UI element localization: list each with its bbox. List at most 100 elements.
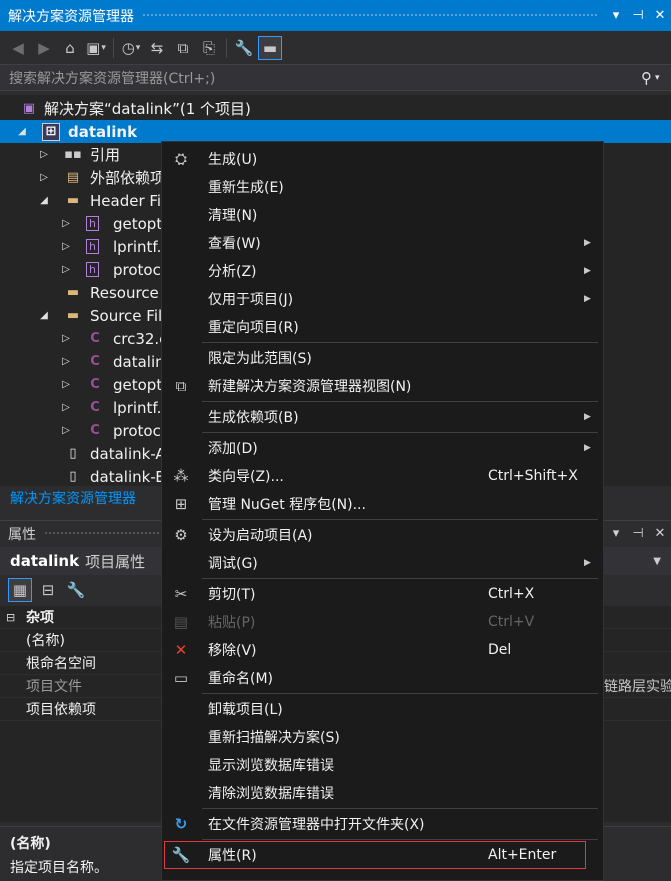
folder-icon: ▬	[66, 308, 80, 323]
collapsed-arrow-icon[interactable]: ▷	[60, 241, 72, 252]
collapsed-arrow-icon[interactable]: ▷	[38, 172, 50, 183]
tree-item-label: Resource	[90, 283, 159, 302]
menu-item-open-in-explorer[interactable]: ↻ 在文件资源管理器中打开文件夹(X)	[162, 810, 603, 838]
submenu-arrow-icon: ▶	[584, 412, 591, 422]
object-name: datalink	[10, 552, 80, 570]
tree-item-solution[interactable]: ▣ 解决方案“datalink”(1 个项目)	[0, 97, 671, 120]
search-input[interactable]: 搜索解决方案资源管理器(Ctrl+;)	[0, 68, 641, 88]
menu-item-rescan-solution[interactable]: 重新扫描解决方案(S)	[162, 723, 603, 751]
collapsed-arrow-icon[interactable]: ▷	[60, 425, 72, 436]
project-icon: ⊞	[42, 122, 60, 141]
switch-views-icon[interactable]: ▣ ▾	[84, 36, 108, 60]
solution-explorer-title: 解决方案资源管理器	[8, 8, 134, 25]
forward-icon[interactable]: ▶	[32, 36, 56, 60]
menu-item-rebuild[interactable]: 重新生成(E)	[162, 173, 603, 201]
menu-item-paste[interactable]: ▤ 粘贴(P) Ctrl+V	[162, 608, 603, 636]
wrench-icon[interactable]: 🔧	[64, 578, 88, 602]
folder-icon: ▬	[66, 193, 80, 208]
menu-item-label: 粘贴(P)	[208, 615, 256, 631]
collapsed-arrow-icon[interactable]: ▷	[60, 333, 72, 344]
menu-item-properties[interactable]: 🔧 属性(R) Alt+Enter	[164, 841, 586, 869]
menu-item-new-view[interactable]: ⧉ 新建解决方案资源管理器视图(N)	[162, 372, 603, 400]
menu-item-set-startup[interactable]: ⚙ 设为启动项目(A)	[162, 521, 603, 549]
menu-item-build[interactable]: ⛭ 生成(U)	[162, 145, 603, 173]
window-dropdown-icon[interactable]: ▾	[605, 526, 627, 541]
tree-item-project[interactable]: ◢ ⊞ datalink	[0, 120, 671, 143]
tree-item-label: Header Fi	[90, 191, 162, 210]
close-icon[interactable]: ✕	[649, 526, 671, 541]
home-icon[interactable]: ⌂	[58, 36, 82, 60]
menu-separator	[202, 342, 598, 343]
submenu-arrow-icon: ▶	[584, 266, 591, 276]
menu-item-unload-project[interactable]: 卸载项目(L)	[162, 695, 603, 723]
property-key: (名称)	[26, 633, 65, 649]
menu-item-label: 清理(N)	[208, 208, 258, 224]
menu-item-rename[interactable]: ▭ 重命名(M)	[162, 664, 603, 692]
preview-selected-icon[interactable]: ▬	[258, 35, 282, 60]
rename-icon: ▭	[173, 669, 189, 687]
submenu-arrow-icon: ▶	[584, 238, 591, 248]
menu-separator	[202, 578, 598, 579]
menu-item-add[interactable]: 添加(D) ▶	[162, 434, 603, 462]
folder-icon: ▬	[66, 285, 80, 300]
menu-item-build-dependencies[interactable]: 生成依赖项(B) ▶	[162, 403, 603, 431]
sync-icon[interactable]: ⇆	[145, 36, 169, 60]
menu-item-analyze[interactable]: 分析(Z) ▶	[162, 257, 603, 285]
collapsed-arrow-icon[interactable]: ▷	[38, 149, 50, 160]
pending-changes-filter-icon[interactable]: ◷ ▾	[119, 36, 143, 60]
menu-item-label: 在文件资源管理器中打开文件夹(X)	[208, 817, 425, 833]
menu-item-label: 新建解决方案资源管理器视图(N)	[208, 379, 412, 395]
properties-wrench-icon[interactable]: 🔧	[232, 36, 256, 60]
pin-icon[interactable]: ⊣	[627, 8, 649, 23]
pin-icon[interactable]: ⊣	[627, 526, 649, 541]
menu-separator	[202, 693, 598, 694]
collapsed-arrow-icon[interactable]: ▷	[60, 402, 72, 413]
menu-item-scope-to-this[interactable]: 限定为此范围(S)	[162, 344, 603, 372]
solution-search-bar[interactable]: 搜索解决方案资源管理器(Ctrl+;) ⚲ ▾	[0, 64, 671, 91]
references-icon: ▪▪	[64, 147, 82, 162]
menu-item-label: 属性(R)	[208, 848, 257, 864]
wrench-icon: 🔧	[171, 846, 191, 864]
collapsed-arrow-icon[interactable]: ▷	[60, 218, 72, 229]
window-dropdown-icon[interactable]: ▾	[605, 8, 627, 23]
property-key: 项目依赖项	[26, 702, 96, 718]
menu-item-show-db-errors[interactable]: 显示浏览数据库错误	[162, 751, 603, 779]
tab-solution-explorer[interactable]: 解决方案资源管理器	[0, 488, 136, 508]
menu-item-label: 调试(G)	[208, 556, 258, 572]
menu-item-remove[interactable]: ✕ 移除(V) Del	[162, 636, 603, 664]
property-key: 根命名空间	[26, 656, 96, 672]
menu-item-clean[interactable]: 清理(N)	[162, 201, 603, 229]
back-icon[interactable]: ◀	[6, 36, 30, 60]
menu-item-project-only[interactable]: 仅用于项目(J) ▶	[162, 285, 603, 313]
menu-item-manage-nuget[interactable]: ⊞ 管理 NuGet 程序包(N)...	[162, 490, 603, 518]
collapsed-arrow-icon[interactable]: ▷	[60, 264, 72, 275]
chevron-down-icon[interactable]: ▼	[653, 556, 661, 567]
tree-item-label: 外部依赖项	[90, 169, 166, 187]
categorized-icon[interactable]: ▦	[8, 578, 32, 602]
menu-item-clear-db-errors[interactable]: 清除浏览数据库错误	[162, 779, 603, 807]
menu-item-debug[interactable]: 调试(G) ▶	[162, 549, 603, 577]
collapsed-arrow-icon[interactable]: ▷	[60, 356, 72, 367]
file-icon: ▯	[69, 446, 77, 461]
expanded-arrow-icon[interactable]: ◢	[16, 126, 28, 137]
collapse-icon[interactable]: ⊟	[6, 611, 15, 624]
property-pages-icon[interactable]: ⊟	[36, 578, 60, 602]
collapse-all-icon[interactable]: ⧉	[171, 36, 195, 60]
expanded-arrow-icon[interactable]: ◢	[38, 195, 50, 206]
title-grip[interactable]	[142, 13, 597, 18]
expanded-arrow-icon[interactable]: ◢	[38, 310, 50, 321]
tree-item-label: protoc	[113, 260, 161, 279]
menu-item-class-wizard[interactable]: ⁂ 类向导(Z)... Ctrl+Shift+X	[162, 462, 603, 490]
menu-item-retarget[interactable]: 重定向项目(R)	[162, 313, 603, 341]
collapsed-arrow-icon[interactable]: ▷	[60, 379, 72, 390]
tree-item-label: 解决方案“datalink”(1 个项目)	[44, 100, 251, 118]
menu-separator	[202, 401, 598, 402]
menu-item-cut[interactable]: ✂ 剪切(T) Ctrl+X	[162, 580, 603, 608]
show-all-files-icon[interactable]: ⎘	[197, 36, 221, 60]
close-icon[interactable]: ✕	[649, 8, 671, 23]
search-icon[interactable]: ⚲ ▾	[641, 69, 671, 87]
menu-separator	[202, 808, 598, 809]
property-value[interactable]: 链路层实验	[604, 676, 671, 696]
solution-explorer-titlebar: 解决方案资源管理器 ▾ ⊣ ✕	[0, 0, 671, 31]
menu-item-view[interactable]: 查看(W) ▶	[162, 229, 603, 257]
